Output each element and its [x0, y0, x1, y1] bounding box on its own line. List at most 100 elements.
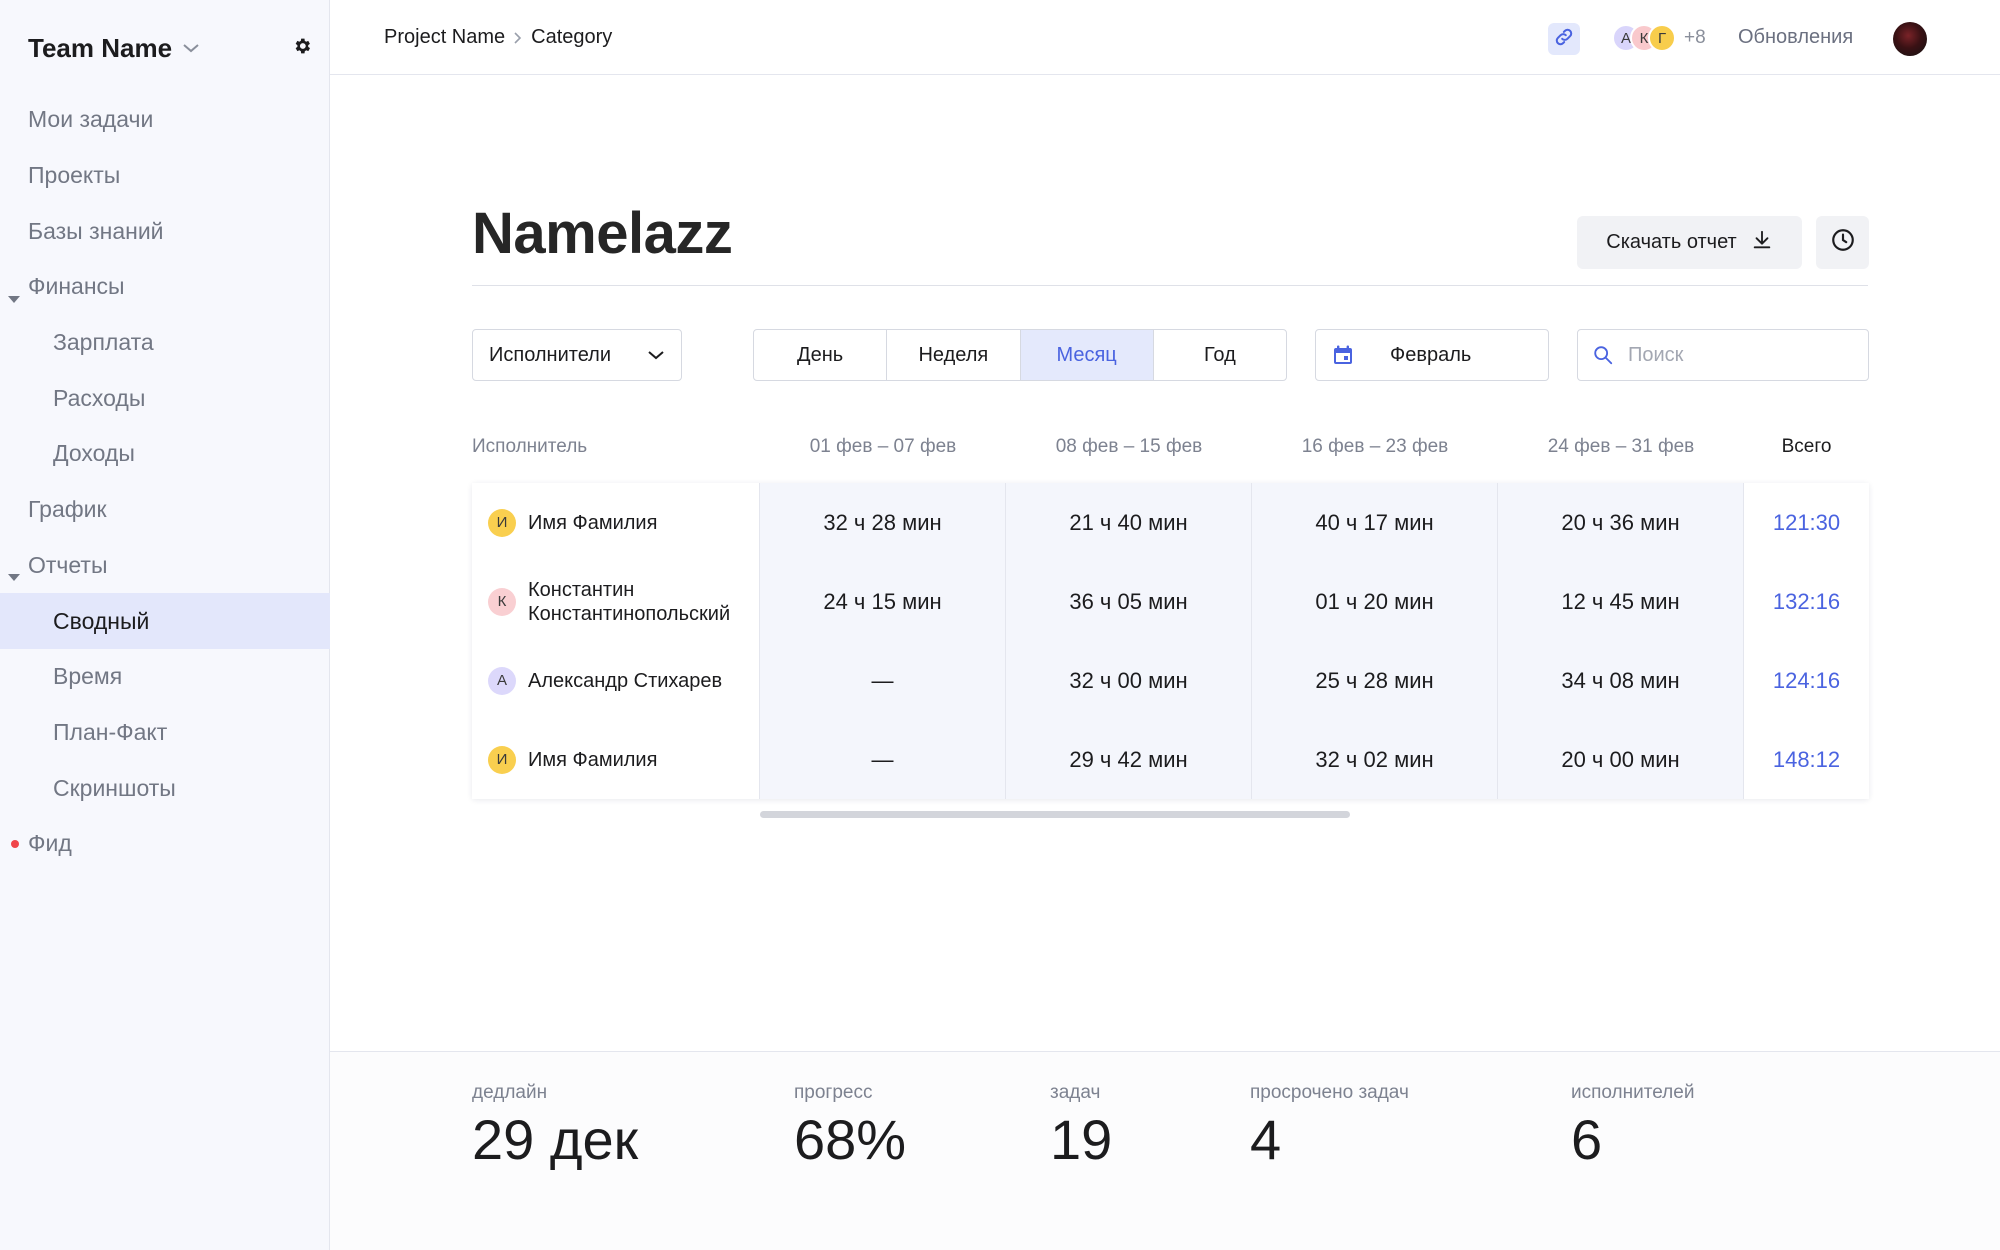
sidebar-item-label: Скриншоты [53, 774, 176, 801]
time-cell: 20 ч 00 мин [1498, 720, 1744, 799]
table-row[interactable]: А Александр Стихарев — 32 ч 00 мин 25 ч … [472, 641, 1869, 720]
clock-icon [1830, 227, 1856, 258]
breadcrumb-category[interactable]: Category [531, 26, 612, 49]
sidebar-item-label: Доходы [53, 440, 135, 467]
column-header-week-2: 08 фев – 15 фев [1055, 436, 1203, 457]
sidebar-item-label: Сводный [53, 607, 150, 634]
stat-progress: прогресс 68% [794, 1082, 906, 1170]
column-header-total: Всего [1781, 436, 1832, 457]
total-link[interactable]: 121:30 [1744, 483, 1869, 562]
period-week[interactable]: Неделя [887, 330, 1021, 380]
sidebar-item-knowledge-bases[interactable]: Базы знаний [0, 203, 330, 259]
stat-label: просрочено задач [1250, 1082, 1409, 1103]
group-by-select[interactable]: Исполнители [472, 329, 682, 381]
sidebar-item-summary[interactable]: Сводный [0, 593, 330, 649]
total-link[interactable]: 148:12 [1744, 720, 1869, 799]
table-row[interactable]: И Имя Фамилия — 29 ч 42 мин 32 ч 02 мин … [472, 720, 1869, 799]
stat-value: 6 [1571, 1108, 1603, 1171]
download-report-label: Скачать отчет [1606, 231, 1737, 253]
caret-down-icon [8, 561, 20, 588]
assignee-name: Имя Фамилия [528, 748, 658, 771]
history-button[interactable] [1816, 216, 1869, 269]
sidebar-item-label: Время [53, 663, 123, 690]
time-cell: 32 ч 28 мин [760, 483, 1006, 562]
page-title: Namelazz [472, 201, 733, 266]
download-report-button[interactable]: Скачать отчет [1577, 216, 1802, 269]
sidebar: Team Name Мои задачи Проекты Базы знаний [0, 0, 330, 1250]
assignee-name: Константин Константинопольский [528, 578, 731, 625]
column-header-week-1: 01 фев – 07 фев [809, 436, 957, 457]
time-cell: 32 ч 00 мин [1006, 641, 1252, 720]
horizontal-scrollbar[interactable] [760, 811, 1350, 818]
sidebar-item-reports[interactable]: Отчеты [0, 538, 330, 594]
team-name: Team Name [28, 32, 173, 63]
sidebar-item-label: Мои задачи [28, 106, 154, 133]
time-cell: 01 ч 20 мин [1252, 562, 1498, 641]
assignee-cell: К Константин Константинопольский [472, 562, 760, 641]
sidebar-item-schedule[interactable]: График [0, 482, 330, 538]
team-switcher[interactable]: Team Name [28, 30, 200, 66]
date-picker[interactable]: Февраль [1315, 329, 1549, 381]
sidebar-item-label: Фид [28, 830, 72, 857]
date-value: Февраль [1390, 344, 1472, 366]
sidebar-item-projects[interactable]: Проекты [0, 148, 330, 204]
sidebar-item-finance[interactable]: Финансы [0, 259, 330, 315]
updates-link[interactable]: Обновления [1738, 26, 1853, 49]
search-box [1577, 329, 1869, 381]
breadcrumb: Project Name Category [384, 26, 612, 49]
caret-down-icon [8, 283, 20, 310]
report-table: И Имя Фамилия 32 ч 28 мин 21 ч 40 мин 40… [472, 483, 1869, 799]
sidebar-item-plan-fact[interactable]: План-Факт [0, 705, 330, 761]
members-avatars[interactable]: А К Г +8 [1612, 24, 1706, 52]
sidebar-item-income[interactable]: Доходы [0, 426, 330, 482]
sidebar-item-time[interactable]: Время [0, 649, 330, 705]
table-row[interactable]: К Константин Константинопольский 24 ч 15… [472, 562, 1869, 641]
stat-label: дедлайн [472, 1082, 548, 1103]
user-avatar[interactable] [1893, 22, 1927, 56]
stat-deadline: дедлайн 29 дек [472, 1082, 638, 1170]
avatar: К [488, 587, 516, 616]
sidebar-item-label: Расходы [53, 384, 146, 411]
period-year[interactable]: Год [1154, 330, 1286, 380]
sidebar-item-feed[interactable]: Фид [0, 816, 330, 872]
stat-value: 4 [1250, 1108, 1282, 1171]
stat-value: 29 дек [472, 1108, 639, 1171]
time-cell: 25 ч 28 мин [1252, 641, 1498, 720]
sidebar-item-salary[interactable]: Зарплата [0, 315, 330, 371]
chevron-right-icon [513, 31, 523, 45]
time-cell: 36 ч 05 мин [1006, 562, 1252, 641]
assignee-cell: И Имя Фамилия [472, 720, 760, 799]
period-month[interactable]: Месяц [1020, 330, 1154, 380]
project-stats: дедлайн 29 дек прогресс 68% задач 19 про… [330, 1051, 2000, 1250]
sidebar-item-label: План-Факт [53, 718, 168, 745]
chevron-down-icon [182, 42, 200, 54]
stat-overdue: просрочено задач 4 [1250, 1082, 1409, 1170]
time-cell: — [760, 641, 1006, 720]
sidebar-item-label: График [28, 496, 107, 523]
sidebar-item-screenshots[interactable]: Скриншоты [0, 760, 330, 816]
member-avatar: Г [1648, 24, 1676, 52]
avatar: А [488, 666, 516, 695]
search-input[interactable] [1628, 340, 1858, 370]
copy-link-button[interactable] [1548, 23, 1580, 55]
total-link[interactable]: 124:16 [1744, 641, 1869, 720]
time-cell: 34 ч 08 мин [1498, 641, 1744, 720]
avatar: И [488, 508, 516, 537]
stat-tasks: задач 19 [1050, 1082, 1112, 1170]
sidebar-item-label: Базы знаний [28, 217, 164, 244]
breadcrumb-project[interactable]: Project Name [384, 26, 505, 49]
sidebar-item-my-tasks[interactable]: Мои задачи [0, 92, 330, 148]
table-row[interactable]: И Имя Фамилия 32 ч 28 мин 21 ч 40 мин 40… [472, 483, 1869, 562]
gear-icon[interactable] [292, 36, 312, 61]
sidebar-item-label: Проекты [28, 162, 121, 189]
sidebar-item-label: Зарплата [53, 329, 154, 356]
time-cell: 20 ч 36 мин [1498, 483, 1744, 562]
period-day[interactable]: День [754, 330, 888, 380]
sidebar-item-expenses[interactable]: Расходы [0, 370, 330, 426]
app-root: Team Name Мои задачи Проекты Базы знаний [0, 0, 2000, 1250]
download-icon [1751, 229, 1773, 257]
total-link[interactable]: 132:16 [1744, 562, 1869, 641]
assignee-cell: А Александр Стихарев [472, 641, 760, 720]
table-header: Исполнитель 01 фев – 07 фев 08 фев – 15 … [472, 436, 1869, 466]
time-cell: — [760, 720, 1006, 799]
